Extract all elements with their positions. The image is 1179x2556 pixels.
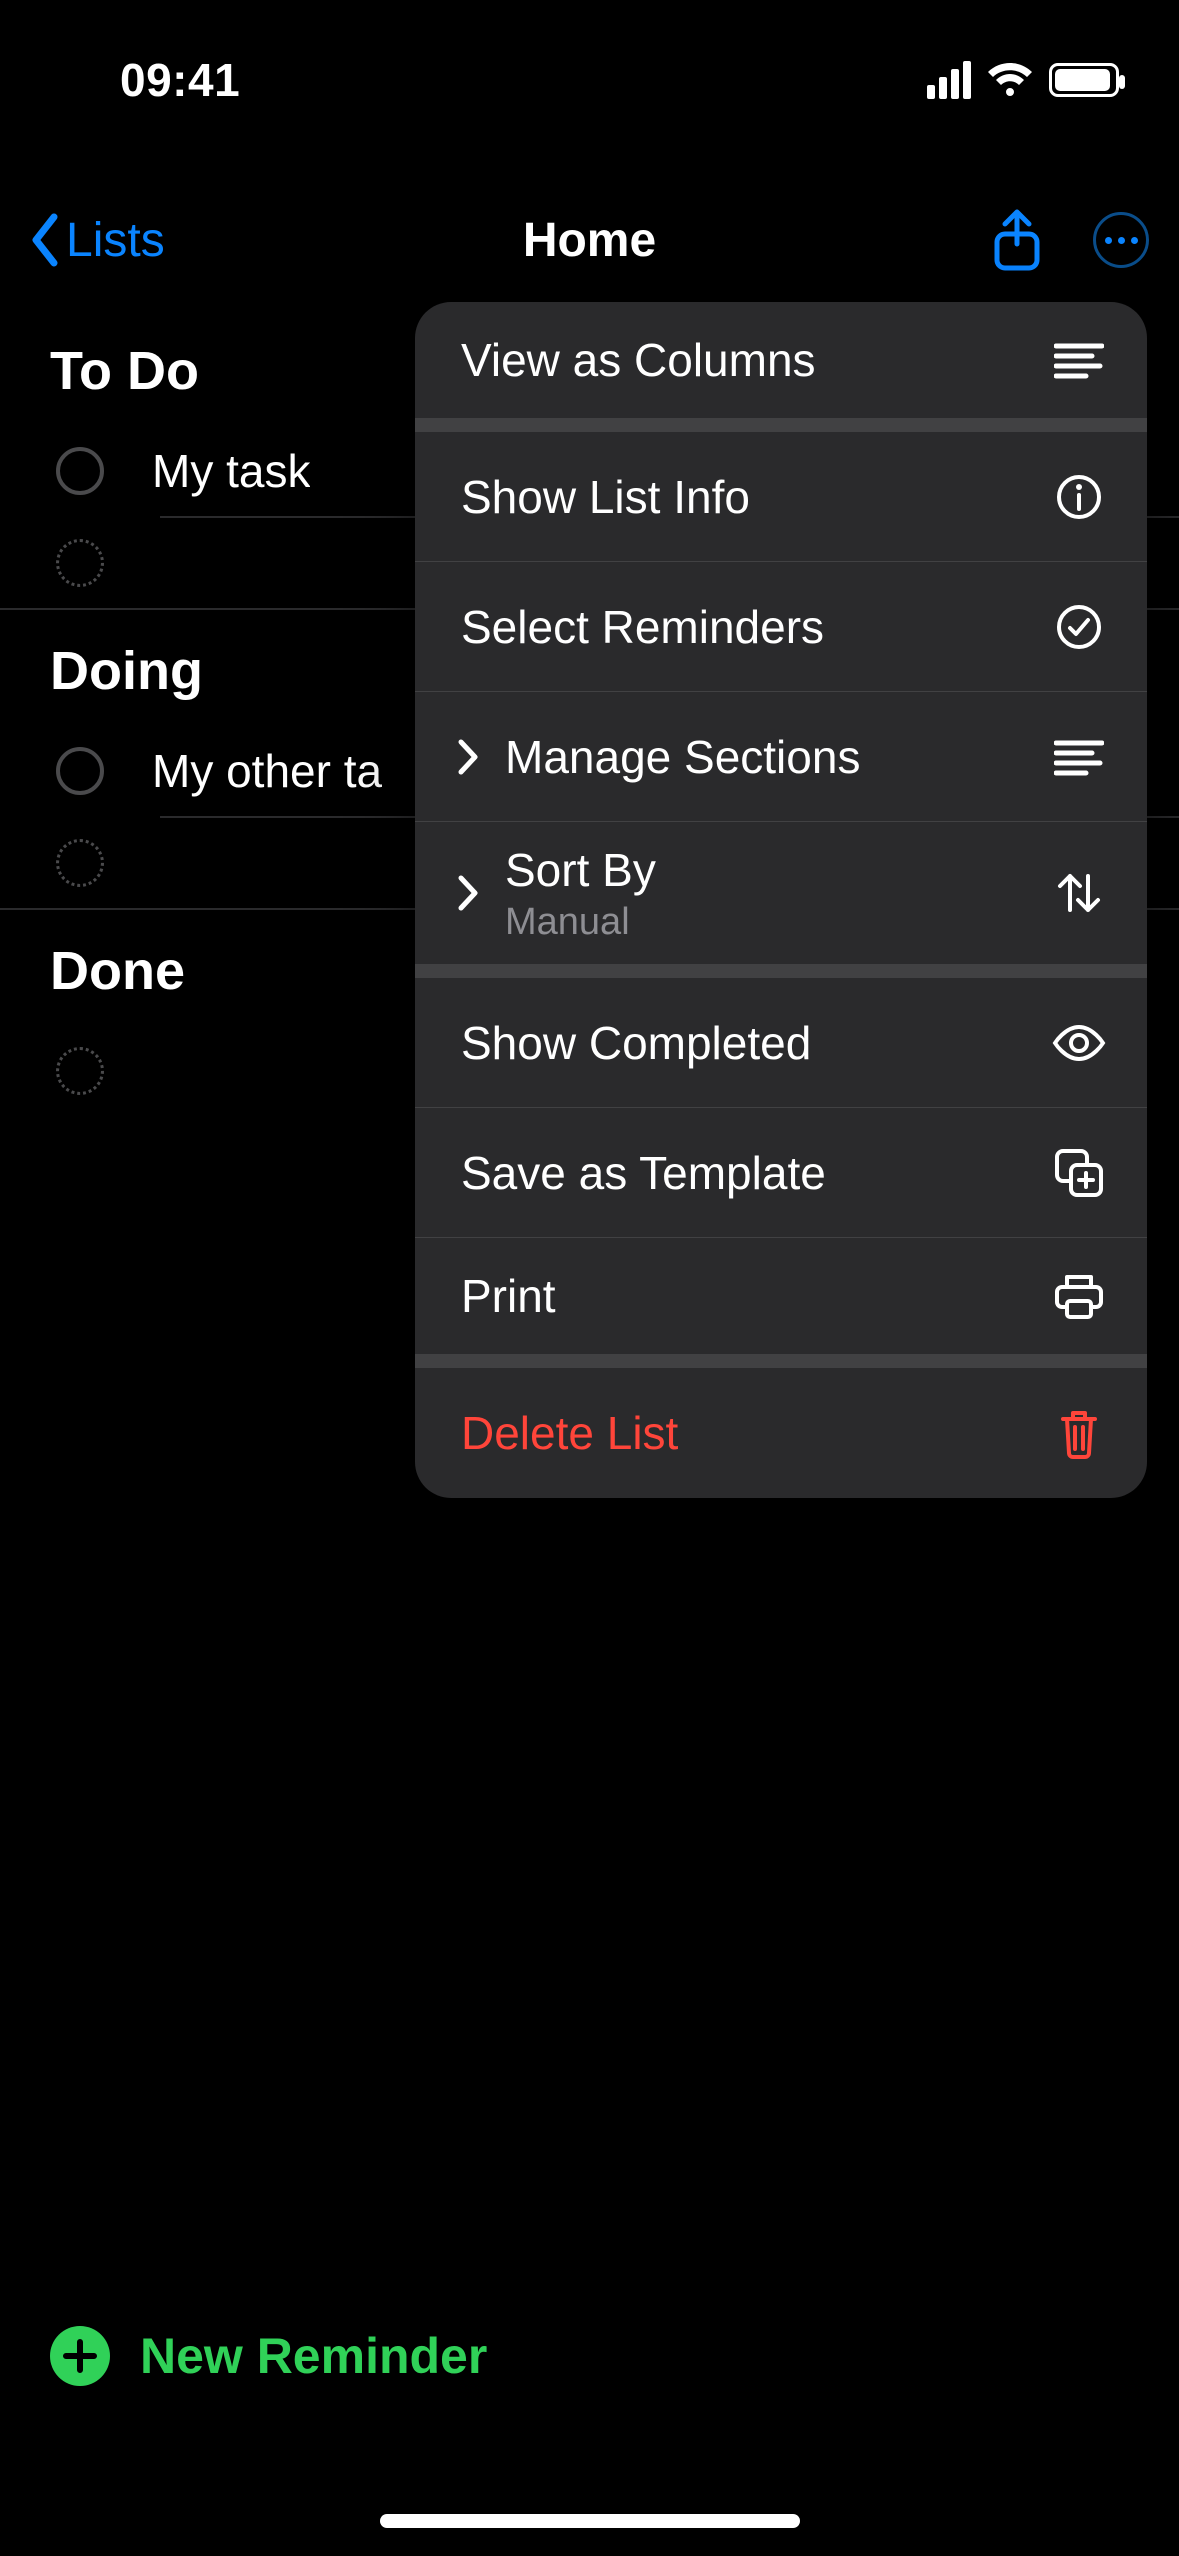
menu-label: Delete List: [461, 1406, 1051, 1460]
task-checkbox-placeholder: [56, 839, 104, 887]
info-icon: [1051, 473, 1107, 521]
cellular-icon: [927, 61, 971, 99]
menu-label: Show List Info: [461, 470, 1051, 524]
task-label: My task: [152, 444, 310, 498]
wifi-icon: [985, 61, 1035, 99]
back-button[interactable]: Lists: [30, 213, 165, 268]
context-menu: View as Columns Show List Info Select Re…: [415, 302, 1147, 1498]
menu-sublabel: Manual: [505, 901, 1051, 944]
menu-item-delete-list[interactable]: Delete List: [415, 1368, 1147, 1498]
status-time: 09:41: [120, 53, 240, 107]
menu-label: Select Reminders: [461, 600, 1051, 654]
menu-item-view-as-columns[interactable]: View as Columns: [415, 302, 1147, 432]
menu-item-sort-by[interactable]: Sort By Manual: [415, 822, 1147, 978]
task-label: My other ta: [152, 744, 382, 798]
menu-item-select-reminders[interactable]: Select Reminders: [415, 562, 1147, 692]
back-label: Lists: [66, 213, 165, 268]
share-button[interactable]: [991, 208, 1043, 272]
new-reminder-label: New Reminder: [140, 2327, 487, 2385]
menu-item-show-completed[interactable]: Show Completed: [415, 978, 1147, 1108]
chevron-right-icon: [445, 874, 491, 912]
status-icons: [927, 61, 1119, 99]
task-checkbox-placeholder: [56, 1047, 104, 1095]
menu-item-print[interactable]: Print: [415, 1238, 1147, 1368]
home-indicator[interactable]: [380, 2514, 800, 2528]
more-button[interactable]: [1093, 212, 1149, 268]
battery-icon: [1049, 63, 1119, 97]
trash-icon: [1051, 1407, 1107, 1459]
task-checkbox[interactable]: [56, 447, 104, 495]
menu-label: View as Columns: [461, 333, 1051, 387]
menu-item-show-list-info[interactable]: Show List Info: [415, 432, 1147, 562]
menu-label: Sort By: [505, 843, 1051, 897]
sections-icon: [1051, 737, 1107, 777]
chevron-left-icon: [30, 213, 60, 267]
columns-icon: [1051, 340, 1107, 380]
task-checkbox-placeholder: [56, 539, 104, 587]
checkmark-circle-icon: [1051, 603, 1107, 651]
menu-label: Print: [461, 1269, 1051, 1323]
ellipsis-icon: [1105, 237, 1138, 244]
sort-arrows-icon: [1051, 868, 1107, 918]
menu-item-manage-sections[interactable]: Manage Sections: [415, 692, 1147, 822]
nav-bar: Lists Home: [0, 190, 1179, 290]
menu-label: Save as Template: [461, 1146, 1051, 1200]
printer-icon: [1051, 1271, 1107, 1321]
template-icon: [1051, 1147, 1107, 1199]
new-reminder-button[interactable]: New Reminder: [50, 2326, 487, 2386]
task-checkbox[interactable]: [56, 747, 104, 795]
menu-label: Manage Sections: [505, 730, 1051, 784]
menu-label: Show Completed: [461, 1016, 1051, 1070]
status-bar: 09:41: [0, 40, 1179, 120]
menu-item-save-as-template[interactable]: Save as Template: [415, 1108, 1147, 1238]
eye-icon: [1051, 1023, 1107, 1063]
chevron-right-icon: [445, 738, 491, 776]
page-title: Home: [523, 213, 656, 268]
plus-circle-icon: [50, 2326, 110, 2386]
share-icon: [991, 208, 1043, 272]
